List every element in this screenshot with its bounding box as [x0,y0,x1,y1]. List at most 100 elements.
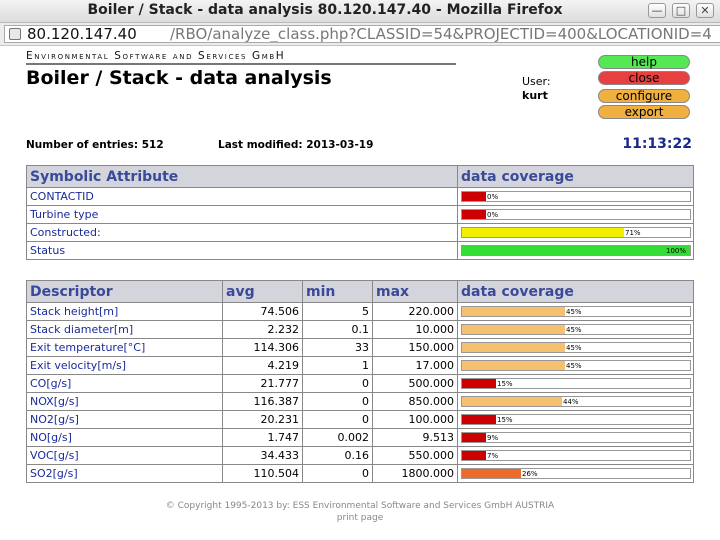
coverage-percent: 45% [566,344,582,352]
min-value: 0 [302,392,373,411]
coverage-bar-fill [462,307,565,316]
company-name: Environmental Software and Services GmbH [26,50,286,62]
coverage-percent: 45% [566,326,582,334]
max-header: max [372,280,458,303]
coverage-percent: 0% [487,211,499,219]
min-header: min [302,280,373,303]
navigation-toolbar: 80.120.147.40 /RBO/analyze_class.php?CLA… [0,23,720,46]
print-page-link[interactable]: print page [0,513,720,523]
table-row: Turbine type 0% [26,205,694,224]
coverage-cell: 45% [457,356,694,375]
attribute-name: Turbine type [26,205,458,224]
coverage-bar: 45% [461,324,691,335]
descriptor-name: NO[g/s] [26,428,223,447]
descriptor-name: SO2[g/s] [26,464,223,483]
coverage-cell: 15% [457,374,694,393]
last-modified: Last modified: 2013-03-19 [218,139,374,151]
avg-value: 74.506 [222,302,303,321]
max-value: 500.000 [372,374,458,393]
coverage-cell: 45% [457,338,694,357]
close-button[interactable]: close [598,71,690,85]
avg-value: 110.504 [222,464,303,483]
min-value: 0.1 [302,320,373,339]
attribute-name: Constructed: [26,223,458,242]
coverage-bar-fill [462,415,496,424]
coverage-bar-fill [462,192,486,201]
coverage-bar: 7% [461,450,691,461]
avg-value: 116.387 [222,392,303,411]
coverage-bar-fill [462,228,624,237]
avg-header: avg [222,280,303,303]
table-row: CO[g/s] 21.777 0 500.000 15% [26,374,694,393]
coverage-bar-fill [462,433,486,442]
coverage-bar-fill [462,246,690,255]
coverage-cell: 45% [457,320,694,339]
max-value: 850.000 [372,392,458,411]
max-value: 550.000 [372,446,458,465]
coverage-cell: 71% [457,223,694,242]
coverage-bar: 71% [461,227,691,238]
table-row: NOX[g/s] 116.387 0 850.000 44% [26,392,694,411]
table-row: SO2[g/s] 110.504 0 1800.000 26% [26,464,694,483]
coverage-bar: 15% [461,414,691,425]
window-close-button[interactable]: ✕ [696,3,714,18]
min-value: 0 [302,464,373,483]
page-title: Boiler / Stack - data analysis [26,67,332,89]
table-row: CONTACTID 0% [26,187,694,206]
descriptor-name: NOX[g/s] [26,392,223,411]
descriptor-header: Descriptor [26,280,223,303]
coverage-bar: 45% [461,342,691,353]
coverage-percent: 0% [487,193,499,201]
coverage-bar-fill [462,451,486,460]
coverage-bar: 0% [461,191,691,202]
descriptor-name: VOC[g/s] [26,446,223,465]
table-row: VOC[g/s] 34.433 0.16 550.000 7% [26,446,694,465]
copyright-footer: © Copyright 1995-2013 by: ESS Environmen… [165,501,555,511]
configure-button[interactable]: configure [598,89,690,103]
coverage-bar-fill [462,361,565,370]
site-identity-icon[interactable] [9,28,21,40]
table-row: Exit velocity[m/s] 4.219 1 17.000 45% [26,356,694,375]
min-value: 33 [302,338,373,357]
coverage-percent: 15% [497,380,513,388]
coverage-percent: 15% [497,416,513,424]
descriptor-table: Descriptor avg min max data coverage Sta… [26,280,694,483]
table-row: Stack height[m] 74.506 5 220.000 45% [26,302,694,321]
coverage-bar: 45% [461,306,691,317]
descriptor-name: Stack diameter[m] [26,320,223,339]
export-button[interactable]: export [598,105,690,119]
descriptor-name: Exit velocity[m/s] [26,356,223,375]
coverage-bar-fill [462,379,496,388]
data-coverage-header: data coverage [457,280,694,303]
help-button[interactable]: help [598,55,690,69]
maximize-button[interactable]: □ [672,3,690,18]
descriptor-name: Exit temperature[°C] [26,338,223,357]
coverage-cell: 0% [457,205,694,224]
avg-value: 1.747 [222,428,303,447]
clock: 11:13:22 [622,136,692,152]
max-value: 150.000 [372,338,458,357]
max-value: 100.000 [372,410,458,429]
window-title: Boiler / Stack - data analysis 80.120.14… [87,2,563,18]
avg-value: 2.232 [222,320,303,339]
table-row: Exit temperature[°C] 114.306 33 150.000 45% [26,338,694,357]
attribute-name: CONTACTID [26,187,458,206]
header-rule [26,63,456,65]
url-host: 80.120.147.40 [27,25,137,43]
coverage-cell: 44% [457,392,694,411]
coverage-cell: 0% [457,187,694,206]
coverage-percent: 26% [522,470,538,478]
avg-value: 21.777 [222,374,303,393]
max-value: 220.000 [372,302,458,321]
window-titlebar: Boiler / Stack - data analysis 80.120.14… [0,0,720,23]
coverage-percent: 100% [666,247,687,255]
minimize-button[interactable]: — [648,3,666,18]
coverage-percent: 45% [566,362,582,370]
descriptor-name: NO2[g/s] [26,410,223,429]
coverage-cell: 26% [457,464,694,483]
coverage-bar: 100% [461,245,691,256]
url-path: /RBO/analyze_class.php?CLASSID=54&PROJEC… [170,25,712,43]
coverage-bar: 9% [461,432,691,443]
coverage-bar: 44% [461,396,691,407]
address-bar[interactable]: 80.120.147.40 /RBO/analyze_class.php?CLA… [4,25,720,43]
